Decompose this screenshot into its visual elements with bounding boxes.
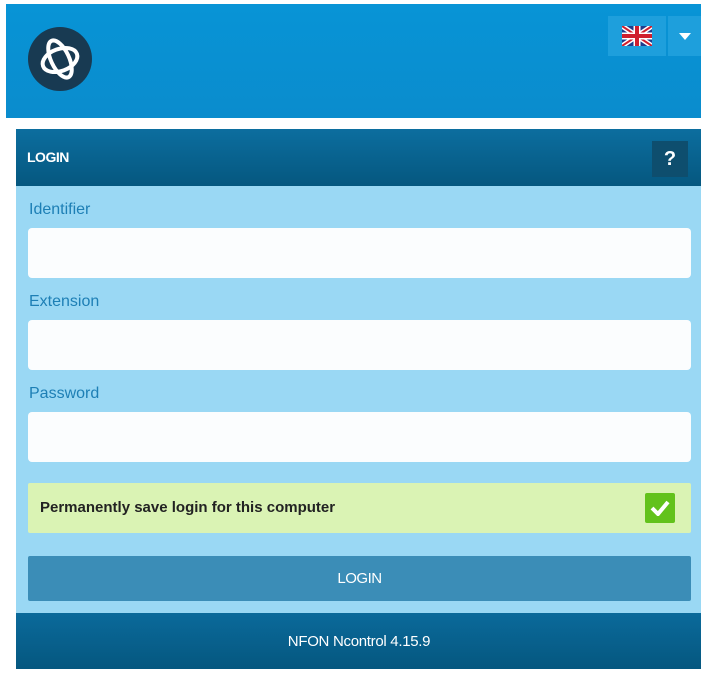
help-button[interactable]: ? — [652, 141, 688, 177]
save-login-label: Permanently save login for this computer — [40, 499, 336, 516]
identifier-input[interactable] — [28, 228, 691, 278]
save-login-checkbox[interactable] — [645, 493, 675, 523]
orbit-logo-icon — [40, 38, 80, 80]
checkmark-icon — [650, 500, 670, 516]
panel-title: LOGIN — [27, 149, 69, 165]
password-label: Password — [29, 385, 100, 402]
extension-label: Extension — [29, 293, 100, 310]
login-button[interactable]: LOGIN — [28, 556, 691, 601]
password-input[interactable] — [28, 412, 691, 462]
login-panel-header: LOGIN ? — [16, 129, 701, 186]
nfon-logo — [28, 27, 92, 91]
app-header — [6, 4, 701, 118]
chevron-down-icon — [678, 32, 691, 40]
save-login-row[interactable]: Permanently save login for this computer — [28, 483, 691, 533]
version-text: NFON Ncontrol 4.15.9 — [287, 632, 431, 650]
extension-input[interactable] — [28, 320, 691, 370]
login-panel: LOGIN ? Identifier Extension Password Pe… — [16, 129, 701, 669]
language-button[interactable] — [608, 16, 666, 56]
uk-flag-icon — [622, 26, 652, 46]
identifier-label: Identifier — [29, 201, 91, 218]
version-footer: NFON Ncontrol 4.15.9 — [16, 613, 701, 669]
language-dropdown[interactable] — [668, 16, 701, 56]
